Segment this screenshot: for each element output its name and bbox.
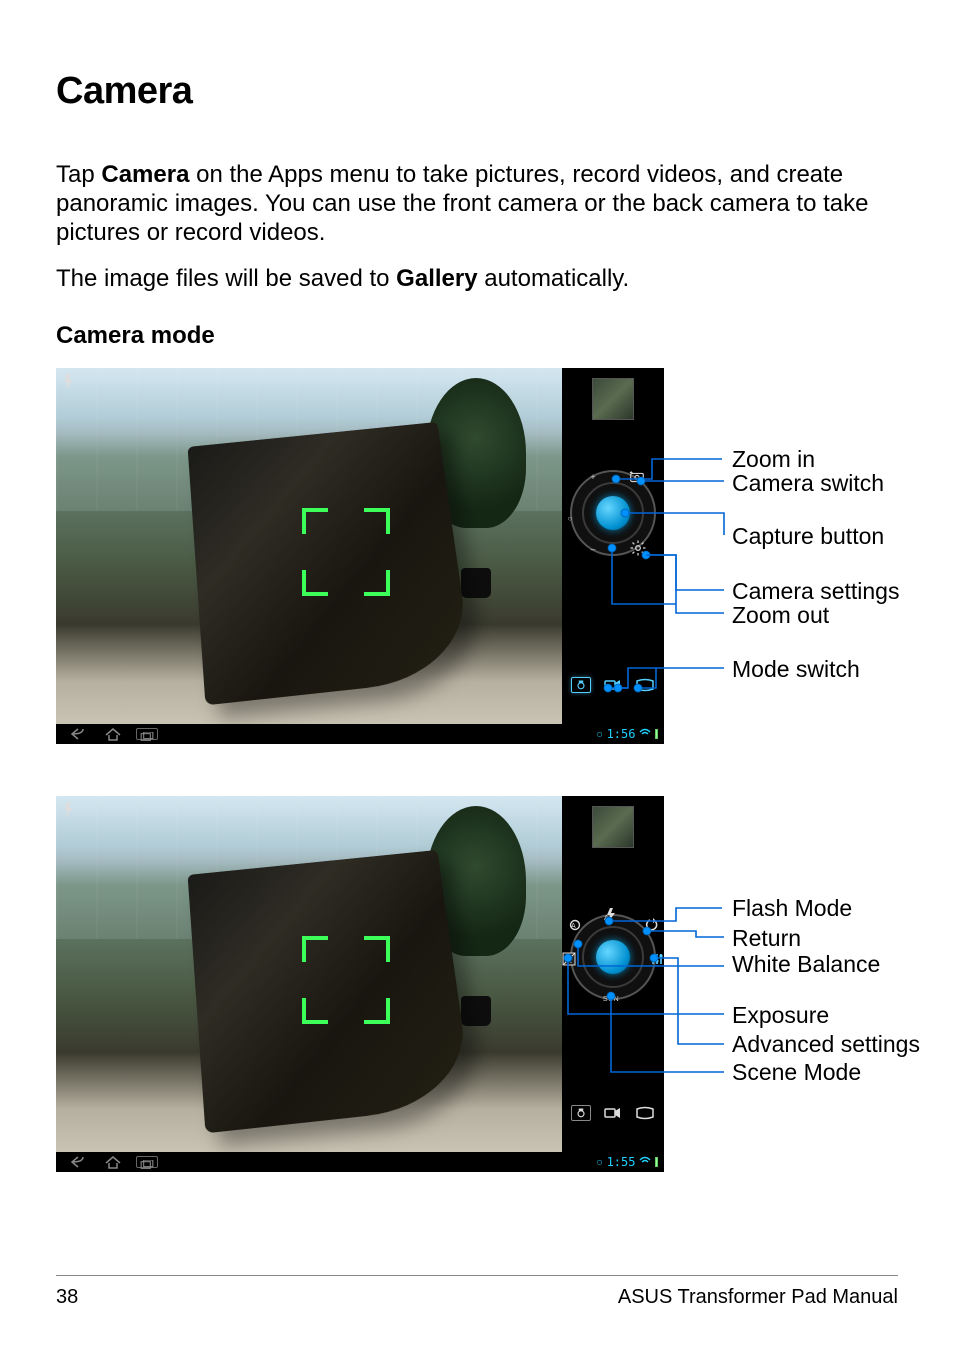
- page-title: Camera: [56, 70, 898, 113]
- camera-screenshot-1: 1:56: [56, 368, 664, 744]
- svg-text:-: -: [570, 960, 572, 966]
- label-mode-switch: Mode switch: [732, 658, 860, 681]
- camera-control-column: [562, 368, 664, 724]
- label-exposure: Exposure: [732, 1004, 829, 1027]
- label-zoom-in: Zoom in: [732, 448, 815, 471]
- rec-indicator-icon: [566, 514, 574, 522]
- system-navbar: 1:55: [56, 1152, 664, 1172]
- scene-mode-button[interactable]: SCN: [601, 992, 621, 1006]
- p2-bold: Gallery: [396, 265, 477, 292]
- focus-bracket: [302, 936, 390, 1024]
- svg-text:+: +: [564, 955, 568, 961]
- status-bar: 1:55: [597, 1155, 664, 1169]
- battery-icon: [655, 1157, 658, 1167]
- page-footer: 38 ASUS Transformer Pad Manual: [56, 1275, 898, 1309]
- white-balance-button[interactable]: A: [568, 918, 582, 932]
- sd-icon: [597, 732, 602, 737]
- nav-recent-icon[interactable]: [136, 728, 158, 740]
- sd-icon: [597, 1160, 602, 1165]
- svg-text:A: A: [571, 923, 576, 930]
- section-heading: Camera mode: [56, 322, 898, 350]
- flash-indicator-icon: [62, 802, 80, 816]
- status-time: 1:55: [607, 1155, 636, 1169]
- intro-paragraph-1: Tap Camera on the Apps menu to take pict…: [56, 161, 898, 247]
- p1-pre: Tap: [56, 161, 101, 188]
- flash-mode-button[interactable]: A: [601, 908, 621, 922]
- wifi-icon: [639, 727, 651, 741]
- label-settings: Camera settings: [732, 580, 899, 603]
- label-scene: Scene Mode: [732, 1061, 861, 1084]
- figure-camera-settings: A A +- SCN: [56, 796, 898, 1172]
- nav-home-icon[interactable]: [102, 1155, 124, 1169]
- book-title: ASUS Transformer Pad Manual: [618, 1286, 898, 1309]
- page-number: 38: [56, 1286, 78, 1309]
- system-navbar: 1:56: [56, 724, 664, 744]
- mode-video-icon[interactable]: [603, 677, 623, 693]
- camera-control-column: A A +- SCN: [562, 796, 664, 1152]
- p2-post: automatically.: [478, 265, 630, 292]
- capture-button[interactable]: [596, 940, 630, 974]
- zoom-in-button[interactable]: [586, 470, 600, 484]
- label-camera-switch: Camera switch: [732, 472, 884, 495]
- advanced-settings-button[interactable]: [650, 952, 664, 966]
- capture-button[interactable]: [596, 496, 630, 530]
- mode-video-icon[interactable]: [603, 1105, 623, 1121]
- label-return: Return: [732, 927, 801, 950]
- return-button[interactable]: [644, 918, 658, 932]
- mode-switch[interactable]: [571, 674, 655, 696]
- mode-panorama-icon[interactable]: [635, 1105, 655, 1121]
- battery-icon: [655, 729, 658, 739]
- settings-dial: A A +- SCN: [570, 914, 656, 1000]
- viewfinder: [56, 368, 562, 724]
- zoom-out-button[interactable]: [586, 542, 600, 556]
- flash-indicator-icon: [62, 374, 80, 388]
- camera-screenshot-2: A A +- SCN: [56, 796, 664, 1172]
- nav-home-icon[interactable]: [102, 727, 124, 741]
- label-zoom-out: Zoom out: [732, 604, 829, 627]
- exposure-button[interactable]: +-: [562, 952, 576, 966]
- mode-photo-icon[interactable]: [571, 1105, 591, 1121]
- mode-photo-icon[interactable]: [571, 677, 591, 693]
- label-adv: Advanced settings: [732, 1033, 920, 1056]
- nav-recent-icon[interactable]: [136, 1156, 158, 1168]
- wifi-icon: [639, 1155, 651, 1169]
- status-time: 1:56: [607, 727, 636, 741]
- mode-panorama-icon[interactable]: [635, 677, 655, 693]
- gallery-thumbnail[interactable]: [592, 378, 634, 420]
- gallery-thumbnail[interactable]: [592, 806, 634, 848]
- label-capture: Capture button: [732, 525, 884, 548]
- label-wb: White Balance: [732, 953, 880, 976]
- camera-switch-button[interactable]: [628, 470, 646, 484]
- p2-pre: The image files will be saved to: [56, 265, 396, 292]
- nav-back-icon[interactable]: [68, 1155, 90, 1169]
- svg-text:A: A: [604, 915, 609, 922]
- nav-back-icon[interactable]: [68, 727, 90, 741]
- figure-camera-mode: 1:56 Zoom in Camera switch Capture but: [56, 368, 898, 744]
- intro-paragraph-2: The image files will be saved to Gallery…: [56, 265, 898, 294]
- p1-bold: Camera: [101, 161, 189, 188]
- mode-switch[interactable]: [571, 1102, 655, 1124]
- focus-bracket: [302, 508, 390, 596]
- status-bar: 1:56: [597, 727, 664, 741]
- capture-dial: [570, 470, 656, 556]
- label-flash: Flash Mode: [732, 897, 852, 920]
- viewfinder: [56, 796, 562, 1152]
- camera-settings-button[interactable]: [630, 540, 646, 556]
